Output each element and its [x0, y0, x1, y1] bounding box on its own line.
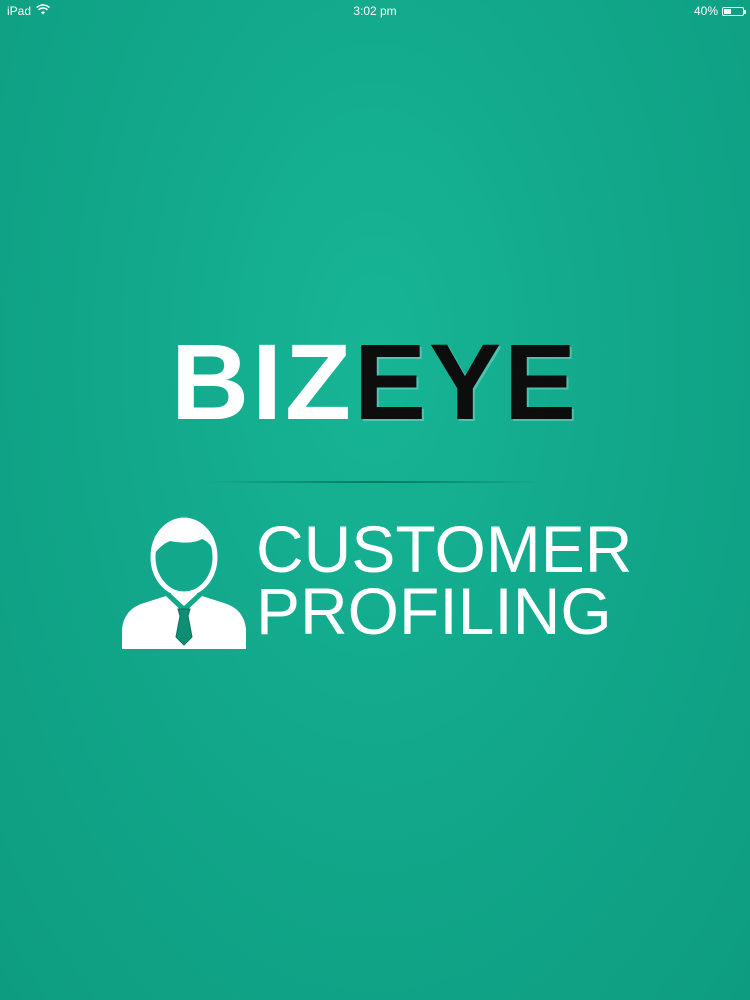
status-time: 3:02 pm	[353, 4, 397, 18]
battery-icon	[722, 6, 746, 16]
logo-part-biz: BIZ	[170, 321, 354, 442]
businessman-icon	[122, 517, 246, 649]
subtitle-line-profiling: PROFILING	[256, 574, 612, 648]
battery-cap	[744, 9, 746, 14]
subtitle-line-customer: CUSTOMER	[256, 512, 633, 586]
app-subtitle: CUSTOMER PROFILING	[256, 512, 633, 648]
logo-part-eye: EYE	[353, 321, 580, 442]
status-bar: iPad 3:02 pm 40%	[0, 0, 750, 22]
battery-fill	[724, 8, 731, 14]
logo-divider	[205, 481, 545, 483]
app-logo: BIZEYE	[0, 328, 750, 436]
battery-percent: 40%	[693, 4, 718, 18]
status-right: 40%	[693, 4, 746, 18]
